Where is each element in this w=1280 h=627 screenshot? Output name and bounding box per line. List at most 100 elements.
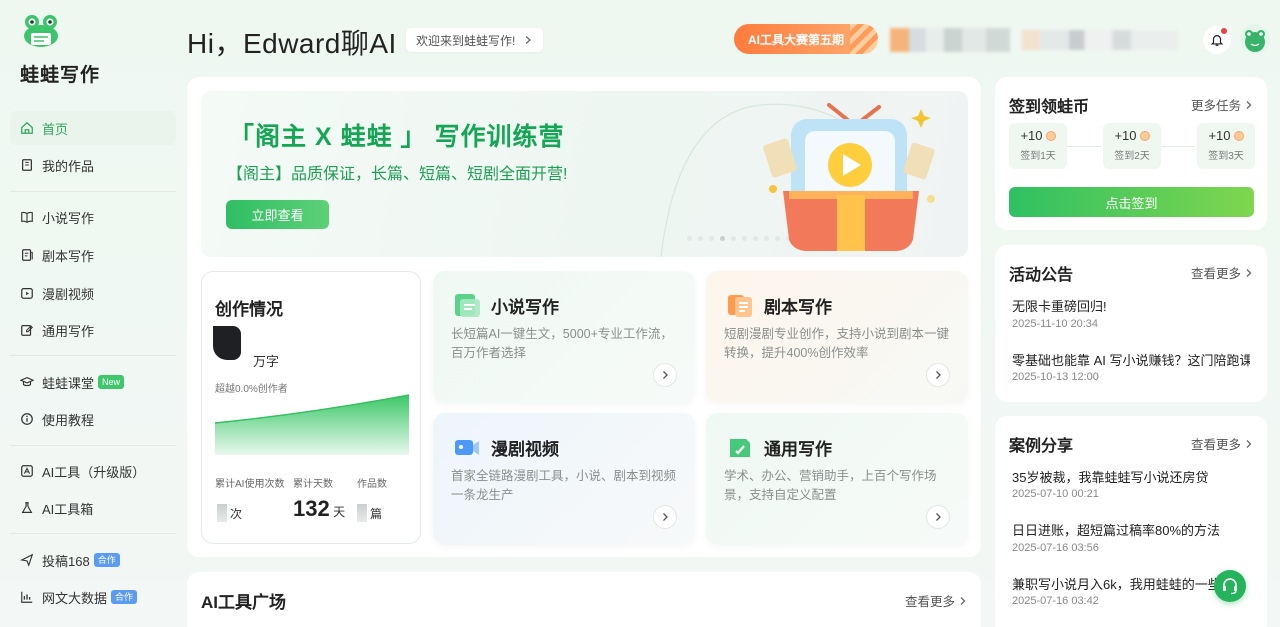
view-now-button[interactable]: 立即查看 bbox=[226, 200, 329, 229]
frog-logo-icon[interactable] bbox=[22, 14, 60, 48]
stats-avatar bbox=[213, 326, 241, 360]
feature-desc: 短剧漫剧专业创作，支持小说到剧本一键转换，提升400%创作效率 bbox=[724, 327, 950, 360]
sidebar-divider bbox=[10, 355, 176, 356]
sidebar-item-submit[interactable]: 投稿168 合作 bbox=[10, 543, 176, 577]
feature-card-video[interactable]: 漫剧视频 首家全链路漫剧工具，小说、剧本到视频一条龙生产 bbox=[433, 413, 695, 545]
blurred-info bbox=[1022, 30, 1178, 50]
coin-icon bbox=[1045, 130, 1056, 141]
checkin-day[interactable]: +10 签到2天 bbox=[1103, 123, 1161, 169]
bell-icon bbox=[1210, 35, 1224, 46]
masked-value bbox=[357, 504, 367, 522]
chevron-right-icon bbox=[663, 513, 668, 521]
checkin-label: 签到2天 bbox=[1114, 151, 1150, 162]
case-time: 2025-07-10 00:21 bbox=[1012, 488, 1099, 500]
edit-icon bbox=[21, 325, 33, 336]
view-more-link[interactable]: 查看更多 bbox=[905, 591, 967, 610]
sidebar-item-label: 蛙蛙课堂 bbox=[42, 375, 95, 391]
notification-dot bbox=[1221, 28, 1227, 34]
contest-decoration bbox=[850, 24, 878, 54]
sidebar-item-label: 首页 bbox=[42, 121, 69, 137]
sidebar-item-home[interactable]: 首页 bbox=[10, 111, 176, 145]
section-title: 签到领蛙币 bbox=[1009, 99, 1090, 116]
chevron-right-icon bbox=[663, 371, 668, 379]
feature-arrow-button[interactable] bbox=[926, 505, 950, 529]
feature-card-script[interactable]: 剧本写作 短剧漫剧专业创作，支持小说到剧本一键转换，提升400%创作效率 bbox=[706, 271, 968, 403]
ai-tools-section: AI工具广场 查看更多 bbox=[187, 572, 981, 627]
sidebar-divider bbox=[10, 533, 176, 534]
sidebar-item-tutorial[interactable]: 使用教程 bbox=[10, 402, 176, 436]
feature-card-novel[interactable]: 小说写作 长短篇AI一键生文，5000+专业工作流，百万作者选择 bbox=[433, 271, 695, 403]
masked-value bbox=[217, 504, 227, 522]
chart-icon bbox=[21, 591, 33, 603]
view-more-label: 查看更多 bbox=[1191, 267, 1242, 281]
sidebar-item-label: 我的作品 bbox=[42, 158, 95, 174]
case-time: 2025-07-16 03:42 bbox=[1012, 595, 1099, 607]
stats-title: 创作情况 bbox=[215, 300, 283, 319]
section-title: 案例分享 bbox=[1009, 438, 1074, 455]
sidebar-item-classroom[interactable]: 蛙蛙课堂 New bbox=[10, 365, 176, 399]
sidebar-divider bbox=[10, 445, 176, 446]
checkin-button[interactable]: 点击签到 bbox=[1009, 187, 1254, 217]
coin-icon bbox=[1233, 130, 1244, 141]
video-icon bbox=[21, 288, 33, 299]
sidebar-item-ai-toolbox[interactable]: AI工具箱 bbox=[10, 491, 176, 525]
notification-button[interactable] bbox=[1203, 26, 1231, 54]
chevron-right-icon bbox=[936, 371, 941, 379]
script-icon bbox=[22, 249, 33, 261]
sidebar-item-label: 小说写作 bbox=[42, 210, 95, 226]
stat-label: 累计天数 bbox=[293, 479, 333, 490]
feature-arrow-button[interactable] bbox=[653, 363, 677, 387]
view-more-link[interactable]: 查看更多 bbox=[1191, 263, 1253, 282]
view-more-label: 查看更多 bbox=[905, 595, 956, 609]
contest-label: AI工具大赛第五期 bbox=[748, 32, 845, 47]
customer-service-button[interactable] bbox=[1214, 570, 1246, 602]
announcement-title[interactable]: 无限卡重磅回归! bbox=[1012, 296, 1107, 315]
announcement-time: 2025-10-13 12:00 bbox=[1012, 371, 1099, 383]
sidebar-item-label: 投稿168 bbox=[42, 553, 90, 569]
chevron-right-icon bbox=[1246, 268, 1252, 277]
checkin-reward: +10 bbox=[1208, 128, 1231, 143]
works-unit: 篇 bbox=[370, 507, 383, 521]
view-more-link[interactable]: 查看更多 bbox=[1191, 434, 1253, 453]
home-icon bbox=[21, 121, 33, 134]
open-book-icon bbox=[21, 211, 33, 223]
feature-arrow-button[interactable] bbox=[653, 505, 677, 529]
info-icon bbox=[21, 413, 33, 425]
partner-badge: 合作 bbox=[93, 553, 120, 567]
blurred-info bbox=[890, 28, 1010, 52]
view-more-label: 查看更多 bbox=[1191, 438, 1242, 452]
contest-banner-button[interactable]: AI工具大赛第五期 bbox=[734, 24, 878, 54]
sidebar-item-video[interactable]: 漫剧视频 bbox=[10, 276, 176, 310]
sidebar: 蛙蛙写作 首页 我的作品 小说写作 剧本写作 漫剧视频 通用写作 蛙蛙课堂 Ne… bbox=[0, 0, 186, 627]
feature-arrow-button[interactable] bbox=[926, 363, 950, 387]
promo-banner[interactable]: 「阁主 X 蛙蛙 」 写作训练营 【阁主】品质保证，长篇、短篇、短剧全面开营! … bbox=[201, 91, 968, 257]
sidebar-item-ai-tools-upgrade[interactable]: AI工具（升级版） bbox=[10, 454, 176, 488]
sidebar-item-bigdata[interactable]: 网文大数据 合作 bbox=[10, 580, 176, 614]
feature-title: 小说写作 bbox=[491, 298, 559, 317]
send-icon bbox=[20, 553, 34, 567]
feature-card-general[interactable]: 通用写作 学术、办公、营销助手，上百个写作场景，支持自定义配置 bbox=[706, 413, 968, 545]
checkin-day[interactable]: +10 签到3天 bbox=[1197, 123, 1255, 169]
case-time: 2025-07-16 03:56 bbox=[1012, 542, 1099, 554]
sidebar-item-novel[interactable]: 小说写作 bbox=[10, 200, 176, 234]
more-tasks-link[interactable]: 更多任务 bbox=[1191, 95, 1253, 114]
sidebar-item-my-works[interactable]: 我的作品 bbox=[10, 148, 176, 182]
video-camera-icon bbox=[455, 440, 479, 455]
case-title[interactable]: 35岁被裁，我靠蛙蛙写小说还房贷 bbox=[1012, 467, 1208, 486]
checkin-day[interactable]: +10 签到1天 bbox=[1009, 123, 1067, 169]
section-title: 活动公告 bbox=[1009, 267, 1074, 284]
welcome-link[interactable]: 欢迎来到蛙蛙写作! bbox=[406, 28, 544, 52]
sidebar-item-label: 使用教程 bbox=[42, 412, 95, 428]
feature-title: 剧本写作 bbox=[764, 298, 832, 317]
more-tasks-label: 更多任务 bbox=[1191, 99, 1242, 113]
user-avatar[interactable] bbox=[1240, 24, 1270, 54]
sidebar-item-label: 通用写作 bbox=[42, 323, 95, 339]
stats-values: 次 132 天 篇 bbox=[215, 494, 415, 522]
sidebar-item-script[interactable]: 剧本写作 bbox=[10, 238, 176, 272]
banner-title: 「阁主 X 蛙蛙 」 写作训练营 bbox=[229, 123, 565, 151]
announcement-title[interactable]: 零基础也能靠 AI 写小说赚钱？这门陪跑课... bbox=[1012, 350, 1250, 369]
case-title[interactable]: 日日进账，超短篇过稿率80%的方法 bbox=[1012, 520, 1220, 539]
case-title[interactable]: 兼职写小说月入6k，我用蛙蛙的一些心 bbox=[1012, 574, 1234, 593]
sidebar-item-general[interactable]: 通用写作 bbox=[10, 313, 176, 347]
welcome-text: 欢迎来到蛙蛙写作! bbox=[416, 33, 516, 48]
